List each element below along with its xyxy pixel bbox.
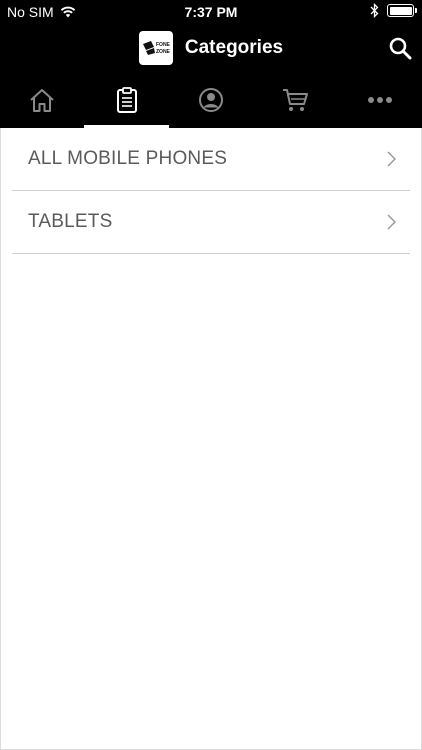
svg-text:FONE: FONE bbox=[156, 42, 171, 48]
chevron-right-icon bbox=[387, 151, 396, 167]
svg-text:ZONE: ZONE bbox=[156, 49, 171, 55]
tab-more[interactable] bbox=[338, 72, 422, 128]
status-bar: No SIM 7:37 PM bbox=[0, 0, 422, 24]
search-icon[interactable] bbox=[388, 36, 412, 60]
page-title: Categories bbox=[184, 37, 284, 58]
battery-nub bbox=[415, 8, 417, 13]
tab-cart[interactable] bbox=[253, 72, 337, 128]
category-label: ALL MOBILE PHONES bbox=[28, 148, 228, 169]
bluetooth-icon bbox=[370, 3, 379, 18]
logo-mark: FONE ZONE bbox=[142, 41, 171, 55]
home-icon bbox=[30, 89, 54, 112]
battery-icon bbox=[387, 4, 417, 17]
header-title-group: FONE ZONE Categories bbox=[0, 24, 422, 72]
more-icon bbox=[367, 97, 392, 103]
category-item-all-mobile-phones[interactable]: ALL MOBILE PHONES bbox=[12, 128, 410, 191]
user-icon bbox=[199, 88, 224, 112]
category-item-tablets[interactable]: TABLETS bbox=[12, 191, 410, 254]
status-right bbox=[370, 3, 417, 18]
tab-bar bbox=[0, 72, 422, 128]
status-time: 7:37 PM bbox=[184, 4, 238, 20]
clipboard-icon bbox=[116, 87, 137, 113]
tab-home[interactable] bbox=[0, 72, 84, 128]
category-list: ALL MOBILE PHONES TABLETS bbox=[12, 128, 410, 254]
battery-fill bbox=[389, 6, 412, 15]
categories-content: ALL MOBILE PHONES TABLETS bbox=[0, 128, 422, 750]
cart-icon bbox=[283, 89, 309, 111]
chevron-right-icon bbox=[387, 214, 396, 230]
category-label: TABLETS bbox=[28, 211, 113, 232]
fone-zone-logo: FONE ZONE bbox=[138, 31, 173, 65]
tab-categories[interactable] bbox=[84, 72, 170, 128]
app-header: FONE ZONE Categories bbox=[0, 24, 422, 72]
tab-account[interactable] bbox=[169, 72, 253, 128]
